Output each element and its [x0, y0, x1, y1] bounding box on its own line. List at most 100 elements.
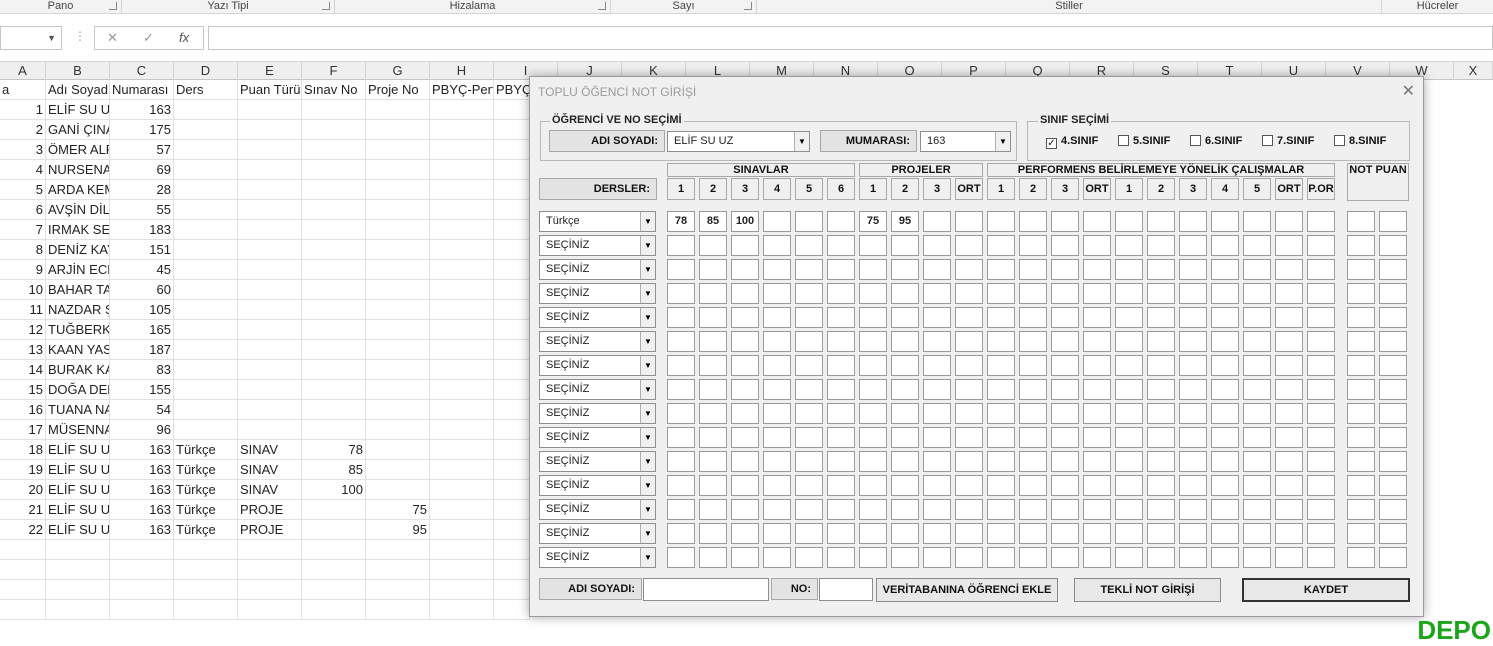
grade-input[interactable]: 78	[667, 211, 695, 232]
cell[interactable]	[238, 180, 302, 200]
grade-input[interactable]	[1275, 235, 1303, 256]
cell[interactable]: 151	[110, 240, 174, 260]
grade-input[interactable]	[763, 235, 791, 256]
chevron-down-icon[interactable]: ▼	[640, 452, 655, 471]
grade-input[interactable]: 95	[891, 211, 919, 232]
grade-input[interactable]	[1051, 547, 1079, 568]
chevron-down-icon[interactable]: ▼	[640, 308, 655, 327]
grade-input[interactable]: 100	[731, 211, 759, 232]
grade-input[interactable]	[1347, 331, 1375, 352]
grade-input[interactable]	[1379, 379, 1407, 400]
grade-input[interactable]	[1275, 403, 1303, 424]
cell[interactable]: Numarası	[110, 80, 174, 100]
grade-input[interactable]	[1307, 355, 1335, 376]
grade-input[interactable]	[763, 211, 791, 232]
grade-input[interactable]	[859, 475, 887, 496]
cell[interactable]	[110, 600, 174, 620]
grade-input[interactable]	[955, 403, 983, 424]
grade-input[interactable]	[1179, 211, 1207, 232]
cell[interactable]	[174, 320, 238, 340]
cell[interactable]: 15	[0, 380, 46, 400]
grade-input[interactable]	[1211, 523, 1239, 544]
cell[interactable]	[238, 380, 302, 400]
cell[interactable]	[0, 560, 46, 580]
grade-input[interactable]	[827, 523, 855, 544]
cell[interactable]: TUANA NA	[46, 400, 110, 420]
grade-input[interactable]	[1083, 523, 1111, 544]
cell[interactable]	[366, 240, 430, 260]
grade-input[interactable]	[859, 403, 887, 424]
grade-input[interactable]	[731, 259, 759, 280]
grade-input[interactable]	[795, 235, 823, 256]
grade-input[interactable]	[795, 211, 823, 232]
grade-input[interactable]	[1275, 523, 1303, 544]
dialog-launcher-icon[interactable]	[598, 2, 606, 10]
cell[interactable]	[494, 460, 530, 480]
grade-input[interactable]	[795, 379, 823, 400]
grade-input[interactable]	[923, 379, 951, 400]
grade-input[interactable]	[1147, 451, 1175, 472]
cell[interactable]	[302, 120, 366, 140]
grade-input[interactable]	[1379, 235, 1407, 256]
grade-input[interactable]	[1115, 307, 1143, 328]
cell[interactable]	[366, 440, 430, 460]
cell[interactable]: 9	[0, 260, 46, 280]
grade-input[interactable]	[1379, 523, 1407, 544]
grade-input[interactable]	[955, 523, 983, 544]
grade-input[interactable]	[1147, 331, 1175, 352]
cell[interactable]: Proje No	[366, 80, 430, 100]
grade-input[interactable]	[1347, 235, 1375, 256]
cell[interactable]	[238, 300, 302, 320]
grade-input[interactable]	[987, 307, 1015, 328]
cell[interactable]: 1	[0, 100, 46, 120]
cell[interactable]	[46, 580, 110, 600]
cell[interactable]: TUĞBERK	[46, 320, 110, 340]
grade-input[interactable]	[1115, 499, 1143, 520]
cell[interactable]	[174, 220, 238, 240]
grade-input[interactable]	[667, 307, 695, 328]
grade-input[interactable]	[1243, 283, 1271, 304]
cell[interactable]	[430, 180, 494, 200]
cell[interactable]	[494, 340, 530, 360]
grade-input[interactable]	[1347, 211, 1375, 232]
grade-input[interactable]	[1379, 403, 1407, 424]
cell[interactable]	[494, 160, 530, 180]
grade-input[interactable]	[1243, 307, 1271, 328]
grade-input[interactable]	[891, 451, 919, 472]
chevron-down-icon[interactable]: ▼	[640, 500, 655, 519]
cell[interactable]	[366, 380, 430, 400]
cell[interactable]: 83	[110, 360, 174, 380]
grade-input[interactable]	[763, 283, 791, 304]
cell[interactable]	[366, 460, 430, 480]
cell[interactable]	[366, 340, 430, 360]
cell[interactable]: PROJE	[238, 500, 302, 520]
grade-input[interactable]	[1275, 499, 1303, 520]
grade-input[interactable]	[1179, 307, 1207, 328]
cell[interactable]: 12	[0, 320, 46, 340]
grade-input[interactable]	[699, 427, 727, 448]
class-checkbox[interactable]: 7.SINIF	[1262, 135, 1314, 147]
grade-input[interactable]	[795, 403, 823, 424]
grade-input[interactable]	[827, 379, 855, 400]
grade-input[interactable]	[1275, 475, 1303, 496]
cell[interactable]	[430, 520, 494, 540]
grade-input[interactable]	[1243, 451, 1271, 472]
column-header-d[interactable]: D	[174, 62, 238, 80]
cell[interactable]	[366, 360, 430, 380]
chevron-down-icon[interactable]: ▼	[640, 404, 655, 423]
grade-input[interactable]	[859, 427, 887, 448]
cell[interactable]: PBYÇ	[494, 80, 530, 100]
cell[interactable]: Sınav No	[302, 80, 366, 100]
cell[interactable]: SINAV	[238, 440, 302, 460]
grade-input[interactable]	[763, 379, 791, 400]
grade-input[interactable]	[1347, 475, 1375, 496]
grade-input[interactable]	[795, 307, 823, 328]
cell[interactable]: 75	[366, 500, 430, 520]
grade-input[interactable]	[955, 475, 983, 496]
cell[interactable]	[238, 200, 302, 220]
grade-input[interactable]	[1275, 283, 1303, 304]
cell[interactable]	[174, 160, 238, 180]
grade-input[interactable]	[1019, 403, 1047, 424]
cell[interactable]	[302, 220, 366, 240]
grade-input[interactable]	[1147, 307, 1175, 328]
